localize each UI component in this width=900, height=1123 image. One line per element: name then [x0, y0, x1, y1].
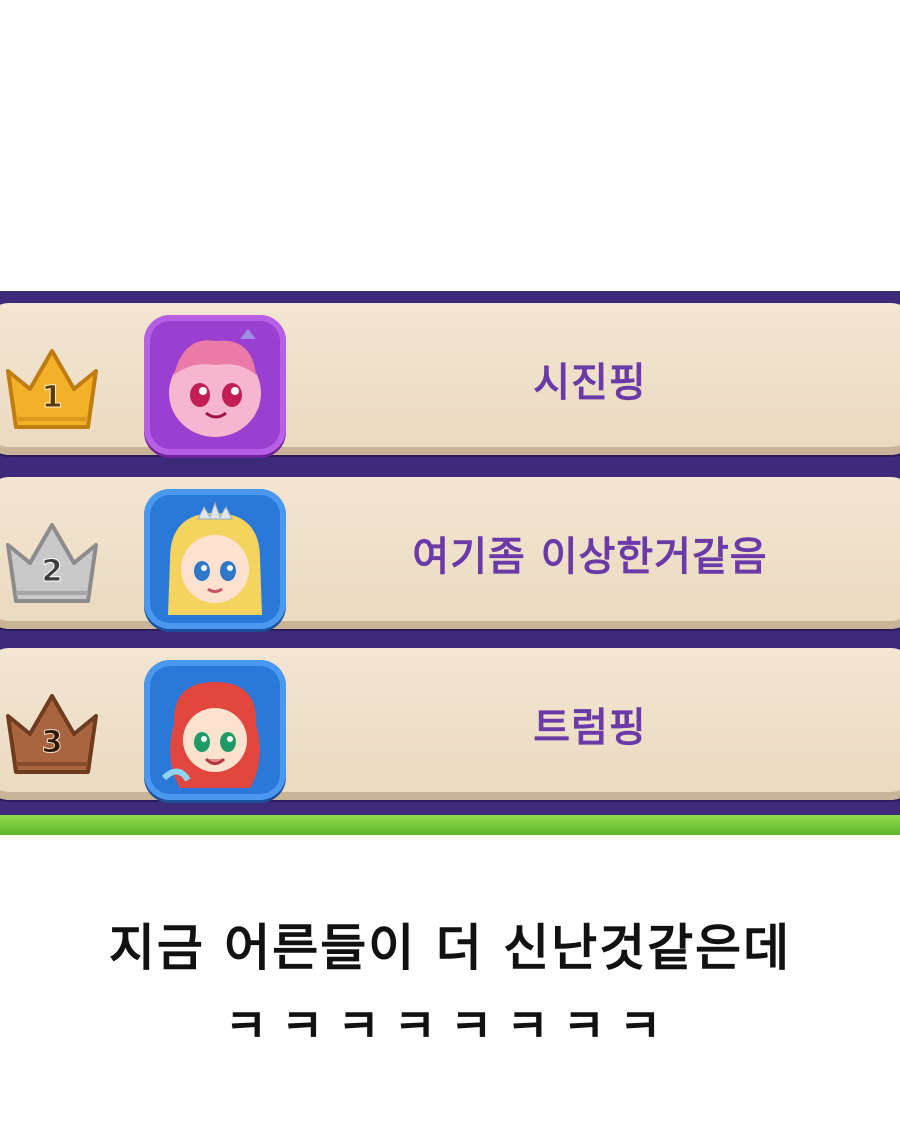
pink-character-avatar-icon — [144, 315, 286, 455]
bronze-crown-icon: 3 — [2, 686, 102, 778]
ranking-row-2[interactable]: 2 여기좀 이상한거같음 — [0, 477, 900, 629]
rank-number: 3 — [42, 725, 63, 760]
rank-number: 2 — [42, 554, 63, 589]
player-name: 시진핑 — [533, 360, 647, 406]
silver-crown-icon: 2 — [2, 515, 102, 607]
rank-number: 1 — [42, 380, 63, 415]
blonde-princess-avatar-icon — [144, 489, 286, 629]
red-mermaid-avatar-icon — [144, 660, 286, 800]
player-name: 여기좀 이상한거같음 — [412, 534, 768, 580]
player-name: 트럼핑 — [533, 705, 647, 751]
ranking-board: 1 시진핑 2 여기좀 이상한거같음 3 트럼핑 — [0, 291, 900, 835]
ranking-row-3[interactable]: 3 트럼핑 — [0, 648, 900, 800]
next-row-edge — [0, 815, 900, 835]
caption-line-2: ㅋㅋㅋㅋㅋㅋㅋㅋ — [224, 999, 676, 1053]
ranking-row-1[interactable]: 1 시진핑 — [0, 303, 900, 455]
gold-crown-icon: 1 — [2, 341, 102, 433]
caption-line-1: 지금 어른들이 더 신난것같은데 — [108, 919, 792, 977]
